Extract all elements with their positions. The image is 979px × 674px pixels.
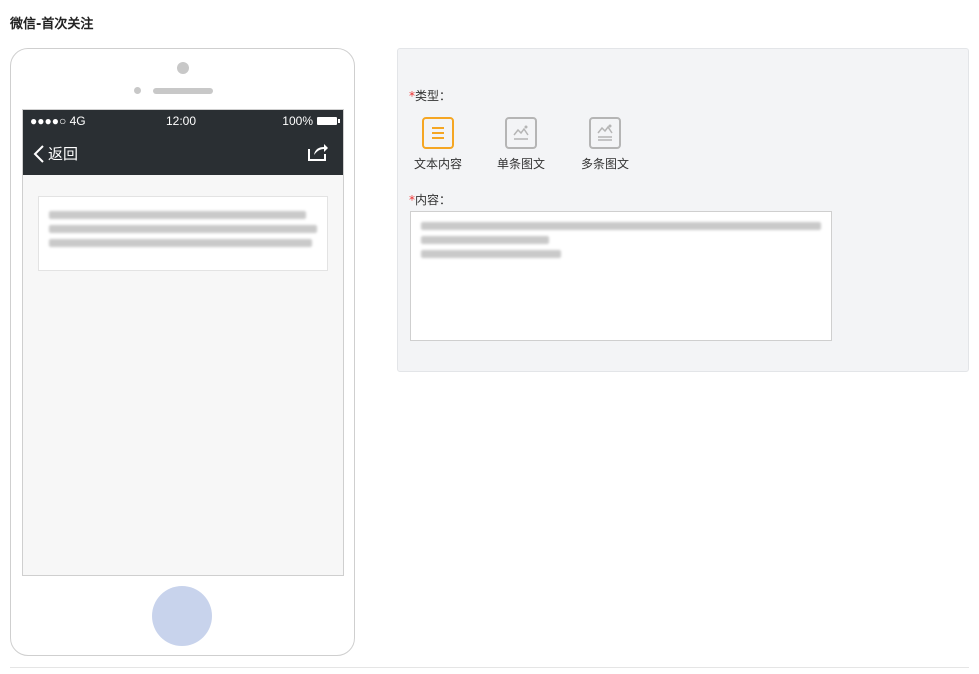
- battery-icon: [317, 117, 340, 125]
- blurred-text-line: [421, 222, 821, 230]
- type-option-label: 文本内容: [413, 157, 462, 171]
- content-textarea[interactable]: [410, 211, 832, 341]
- status-time: 12:00: [166, 114, 197, 128]
- type-label-text: 类型：: [415, 89, 452, 103]
- page-title: 微信-首次关注: [10, 17, 94, 32]
- blurred-text-line: [421, 250, 561, 258]
- blurred-text-line: [49, 225, 317, 233]
- nav-bar: 返回: [23, 132, 343, 175]
- share-button[interactable]: [307, 142, 329, 166]
- bottom-divider: [10, 667, 969, 668]
- content-label: *内容：: [409, 191, 451, 208]
- message-preview-card: [38, 196, 328, 271]
- phone-sensor: [134, 87, 141, 94]
- status-bar: ●●●●○ 4G 12:00 100%: [23, 110, 343, 132]
- type-option-multi-article[interactable]: 多条图文: [575, 117, 635, 172]
- image-article-icon: [505, 117, 537, 149]
- type-option-single-article[interactable]: 单条图文: [491, 117, 551, 172]
- back-label: 返回: [48, 145, 79, 163]
- blurred-text-line: [49, 211, 307, 219]
- text-lines-icon: [422, 117, 454, 149]
- carrier-signal: ●●●●○ 4G: [30, 114, 86, 128]
- phone-camera: [177, 62, 189, 74]
- phone-screen: ●●●●○ 4G 12:00 100% 返回: [22, 109, 344, 576]
- type-option-label: 多条图文: [580, 157, 629, 171]
- phone-speaker: [153, 88, 213, 94]
- reply-config-panel: *类型： 文本内容 单条图文 多条图文 *内容：: [397, 48, 969, 372]
- chevron-left-icon: [33, 144, 44, 163]
- back-button[interactable]: 返回: [33, 143, 78, 164]
- type-option-text[interactable]: 文本内容: [408, 117, 468, 172]
- content-label-text: 内容：: [415, 193, 452, 207]
- type-option-label: 单条图文: [496, 157, 545, 171]
- blurred-text-line: [421, 236, 549, 244]
- type-label: *类型：: [409, 87, 451, 104]
- phone-preview: ●●●●○ 4G 12:00 100% 返回: [10, 48, 355, 656]
- battery-status: 100%: [282, 114, 340, 128]
- share-icon: [308, 144, 328, 161]
- battery-percent: 100%: [282, 114, 313, 128]
- home-button: [152, 586, 212, 646]
- blurred-text-line: [49, 239, 312, 247]
- multi-article-icon: [589, 117, 621, 149]
